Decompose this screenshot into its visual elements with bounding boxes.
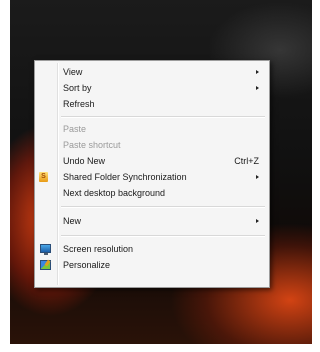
menu-item-shortcut: Ctrl+Z [234, 156, 259, 166]
menu-item-label: View [63, 67, 83, 77]
sync-folder-icon: S [39, 172, 48, 182]
menu-separator [61, 116, 265, 118]
menu-separator [61, 235, 265, 237]
menu-item-label: Paste shortcut [63, 140, 121, 150]
menu-item-shared-folder-synchronization[interactable]: S Shared Folder Synchronization [35, 169, 269, 185]
menu-item-label: New [63, 216, 82, 226]
personalize-icon [40, 260, 51, 270]
menu-item-label: Shared Folder Synchronization [63, 172, 187, 182]
menu-separator [61, 206, 265, 208]
menu-item-label: Sort by [63, 83, 92, 93]
menu-item-label: Paste [63, 124, 87, 134]
screen-resolution-icon [40, 244, 51, 255]
desktop-context-menu: View Sort by Refresh Paste Paste shortcu… [34, 60, 270, 288]
submenu-arrow-icon [256, 86, 259, 90]
menu-item-label: Refresh [63, 99, 95, 109]
menu-item-personalize[interactable]: Personalize [35, 257, 269, 273]
menu-item-label: Undo New [63, 156, 106, 166]
menu-item-next-desktop-background[interactable]: Next desktop background [35, 185, 269, 201]
menu-item-screen-resolution[interactable]: Screen resolution [35, 241, 269, 257]
submenu-arrow-icon [256, 70, 259, 74]
menu-item-view[interactable]: View [35, 64, 269, 80]
menu-item-new[interactable]: New [35, 213, 269, 229]
menu-item-sort-by[interactable]: Sort by [35, 80, 269, 96]
submenu-arrow-icon [256, 175, 259, 179]
menu-item-paste: Paste [35, 121, 269, 137]
menu-item-refresh[interactable]: Refresh [35, 96, 269, 112]
menu-item-paste-shortcut: Paste shortcut [35, 137, 269, 153]
menu-item-label: Next desktop background [63, 188, 166, 198]
menu-item-label: Personalize [63, 260, 111, 270]
submenu-arrow-icon [256, 219, 259, 223]
menu-item-label: Screen resolution [63, 244, 134, 254]
desktop[interactable]: View Sort by Refresh Paste Paste shortcu… [0, 0, 320, 352]
menu-item-undo-new[interactable]: Undo New Ctrl+Z [35, 153, 269, 169]
